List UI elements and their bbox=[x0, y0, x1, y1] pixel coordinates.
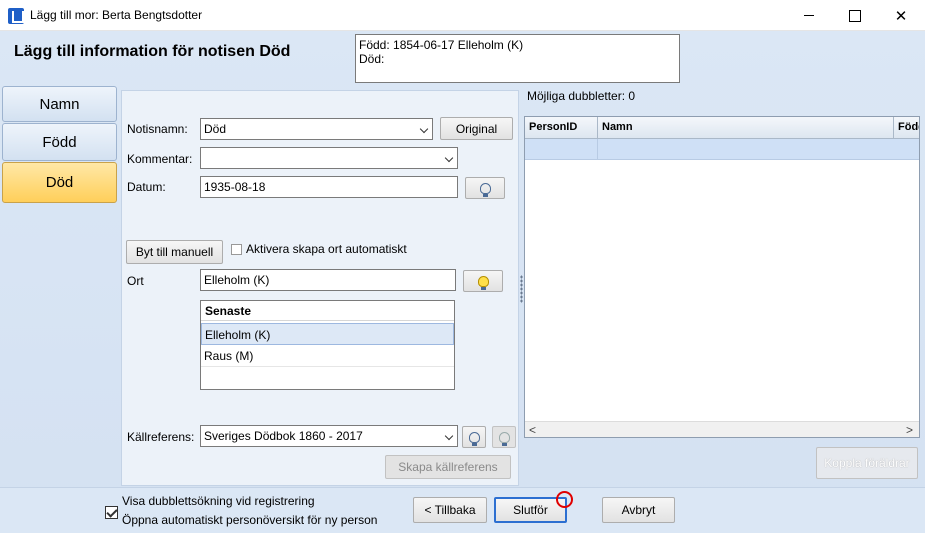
recent-list-header: Senaste bbox=[201, 301, 454, 321]
info-birth-line: Född: 1854-06-17 Elleholm (K) bbox=[359, 38, 524, 52]
kallreferens-hint-button[interactable] bbox=[462, 426, 486, 448]
title-bar: Lägg till mor: Berta Bengtsdotter ✕ bbox=[0, 0, 925, 31]
notisnamn-value: Död bbox=[204, 122, 227, 136]
duplicates-grid[interactable]: PersonID Namn Född < > bbox=[524, 116, 920, 438]
kallreferens-add-hint-button[interactable] bbox=[492, 426, 516, 448]
lightbulb-icon bbox=[468, 431, 480, 446]
close-button[interactable]: ✕ bbox=[878, 0, 924, 31]
notisnamn-label: Notisnamn: bbox=[127, 122, 188, 136]
nav-item-namn[interactable]: Namn bbox=[2, 86, 117, 122]
kallreferens-label: Källreferens: bbox=[127, 430, 195, 444]
nav-item-dod[interactable]: Död bbox=[2, 162, 117, 203]
maximize-button[interactable] bbox=[832, 0, 878, 31]
nav-item-fodd[interactable]: Född bbox=[2, 123, 117, 161]
list-item[interactable]: Raus (M) bbox=[201, 345, 454, 367]
minimize-button[interactable] bbox=[786, 0, 832, 31]
datum-input[interactable]: 1935-08-18 bbox=[200, 176, 458, 198]
lightbulb-icon bbox=[477, 275, 489, 290]
ort-label: Ort bbox=[127, 274, 144, 288]
overview-label: Öppna automatiskt personöversikt för ny … bbox=[122, 513, 378, 527]
scroll-right-icon[interactable]: > bbox=[906, 423, 913, 437]
dup-search-checkbox[interactable] bbox=[105, 506, 118, 519]
column-header-fodd[interactable]: Född bbox=[894, 117, 919, 139]
kallreferens-combo[interactable]: Sveriges Dödbok 1860 - 2017 bbox=[200, 425, 458, 447]
cancel-button[interactable]: Avbryt bbox=[602, 497, 675, 523]
ort-input[interactable]: Elleholm (K) bbox=[200, 269, 456, 291]
notisnamn-combo[interactable]: Död bbox=[200, 118, 433, 140]
lightbulb-icon bbox=[498, 431, 510, 446]
grid-header: PersonID Namn Född bbox=[525, 117, 919, 139]
app-icon bbox=[8, 8, 24, 24]
panel-splitter[interactable] bbox=[520, 275, 523, 303]
page-title: Lägg till information för notisen Död bbox=[14, 43, 291, 60]
recent-places-list[interactable]: Senaste Elleholm (K) Raus (M) bbox=[200, 300, 455, 390]
horizontal-scrollbar[interactable]: < > bbox=[525, 421, 919, 437]
kommentar-label: Kommentar: bbox=[127, 152, 193, 166]
ort-hint-button[interactable] bbox=[463, 270, 503, 292]
datum-label: Datum: bbox=[127, 180, 166, 194]
datum-hint-button[interactable] bbox=[465, 177, 505, 199]
lightbulb-icon bbox=[479, 182, 491, 197]
list-item[interactable]: Elleholm (K) bbox=[201, 323, 454, 345]
auto-place-checkbox[interactable] bbox=[231, 244, 242, 255]
back-button[interactable]: < Tillbaka bbox=[413, 497, 487, 523]
original-button[interactable]: Original bbox=[440, 117, 513, 140]
info-death-line: Död: bbox=[359, 52, 385, 66]
notisnamn-label-text: Notisnamn: bbox=[127, 122, 188, 136]
link-parents-button[interactable]: Koppla föräldrar bbox=[816, 447, 918, 479]
table-row[interactable] bbox=[525, 139, 919, 160]
column-header-namn[interactable]: Namn bbox=[598, 117, 894, 139]
auto-place-label: Aktivera skapa ort automatiskt bbox=[246, 242, 407, 256]
create-source-button[interactable]: Skapa källreferens bbox=[385, 455, 511, 479]
click-marker bbox=[556, 491, 573, 508]
dup-search-label: Visa dubblettsökning vid registrering bbox=[122, 494, 315, 508]
duplicates-count: Möjliga dubbletter: 0 bbox=[527, 89, 636, 103]
window-title: Lägg till mor: Berta Bengtsdotter bbox=[30, 8, 203, 22]
column-header-personid[interactable]: PersonID bbox=[525, 117, 598, 139]
person-info-box: Född: 1854-06-17 Elleholm (K) Död: bbox=[355, 34, 680, 83]
kommentar-combo[interactable] bbox=[200, 147, 458, 169]
scroll-left-icon[interactable]: < bbox=[529, 423, 536, 437]
switch-manual-button[interactable]: Byt till manuell bbox=[126, 240, 223, 264]
